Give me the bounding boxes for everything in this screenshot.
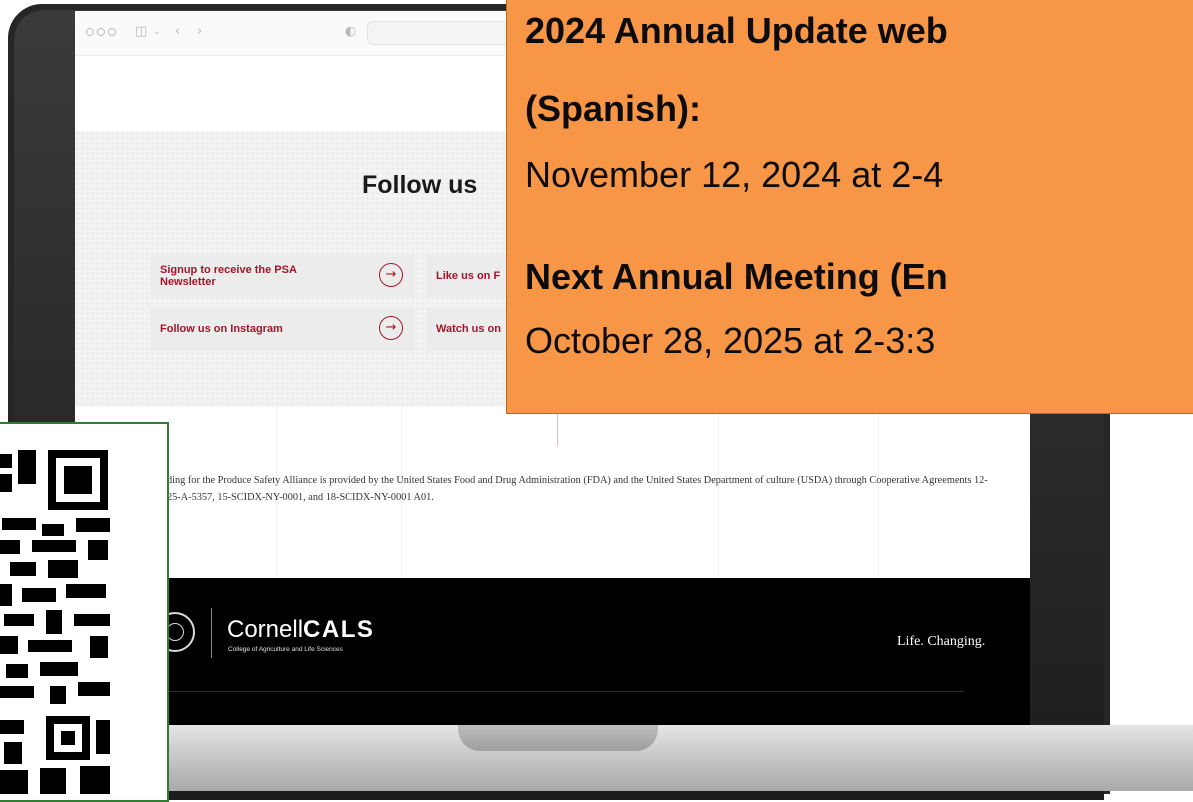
announcement-box: 2024 Annual Update web (Spanish): Novemb… — [506, 0, 1193, 414]
footer-rule — [155, 691, 965, 692]
site-footer: CornellCALS College of Agriculture and L… — [75, 578, 1030, 728]
footer-divider — [211, 608, 212, 658]
qr-module — [42, 524, 64, 536]
webinar-title: 2024 Annual Update web — [525, 10, 948, 51]
qr-module — [0, 474, 12, 492]
qr-module — [28, 640, 72, 652]
arrow-right-circle-icon: → — [379, 263, 403, 287]
window-close-icon[interactable] — [86, 28, 94, 36]
meeting-date: October 28, 2025 at 2-3:3 — [525, 320, 936, 361]
qr-module — [50, 686, 66, 704]
qr-module — [46, 610, 62, 634]
footer-tagline: Life. Changing. — [897, 634, 986, 649]
qr-module — [76, 518, 110, 532]
facebook-link-label: Like us on F — [436, 270, 501, 282]
qr-finder-core — [61, 731, 75, 745]
qr-module — [74, 614, 110, 626]
qr-module — [18, 450, 36, 484]
qr-module — [0, 540, 20, 554]
qr-finder-core — [64, 466, 92, 494]
qr-module — [90, 636, 108, 658]
qr-module — [22, 588, 56, 602]
qr-module — [88, 540, 108, 560]
qr-module — [10, 562, 36, 576]
qr-module — [2, 518, 36, 530]
webinar-date: November 12, 2024 at 2-4 — [525, 154, 944, 195]
qr-module — [96, 720, 110, 754]
qr-module — [78, 682, 110, 696]
qr-code[interactable] — [0, 422, 169, 802]
qr-module — [66, 584, 106, 598]
newsletter-link-label: Signup to receive the PSA Newsletter — [160, 264, 297, 288]
qr-module — [0, 720, 24, 734]
brand-light: Cornell — [227, 616, 304, 643]
qr-module — [40, 662, 78, 676]
brand-bold: CALS — [303, 616, 375, 643]
qr-module — [0, 636, 18, 654]
window-minimize-icon[interactable] — [97, 28, 105, 36]
qr-module — [80, 766, 110, 794]
youtube-link-label: Watch us on — [436, 323, 501, 335]
qr-module — [0, 770, 28, 794]
webinar-language: (Spanish): — [525, 88, 701, 129]
meeting-title: Next Annual Meeting (En — [525, 256, 948, 297]
window-zoom-icon[interactable] — [108, 28, 116, 36]
arrow-right-circle-icon: → — [379, 316, 403, 340]
chevron-down-icon[interactable]: ⌄ — [153, 23, 161, 41]
cornell-cals-logo[interactable]: CornellCALS — [227, 616, 374, 644]
qr-module — [0, 584, 12, 606]
qr-module — [40, 768, 66, 794]
facebook-link[interactable]: Like us on F — [426, 254, 506, 298]
qr-module — [6, 664, 28, 678]
laptop-notch — [458, 725, 658, 751]
qr-module — [32, 540, 76, 552]
qr-module — [48, 560, 78, 578]
follow-heading: Follow us — [362, 171, 478, 199]
youtube-link[interactable]: Watch us on — [426, 307, 506, 351]
qr-module — [0, 454, 12, 468]
qr-module — [4, 614, 34, 626]
chevron-left-icon[interactable]: ‹ — [175, 23, 180, 41]
chevron-right-icon[interactable]: › — [197, 23, 202, 41]
shield-icon: ◐ — [345, 24, 357, 39]
instagram-link[interactable]: Follow us on Instagram → — [150, 307, 415, 351]
qr-module — [0, 686, 34, 698]
sidebar-icon[interactable]: ◫ — [135, 23, 147, 41]
newsletter-link[interactable]: Signup to receive the PSA Newsletter → — [150, 254, 415, 298]
instagram-link-label: Follow us on Instagram — [160, 323, 283, 335]
qr-module — [4, 742, 22, 764]
brand-subtitle: College of Agriculture and Life Sciences — [228, 646, 343, 653]
funding-statement: ding for the Produce Safety Alliance is … — [167, 475, 988, 503]
